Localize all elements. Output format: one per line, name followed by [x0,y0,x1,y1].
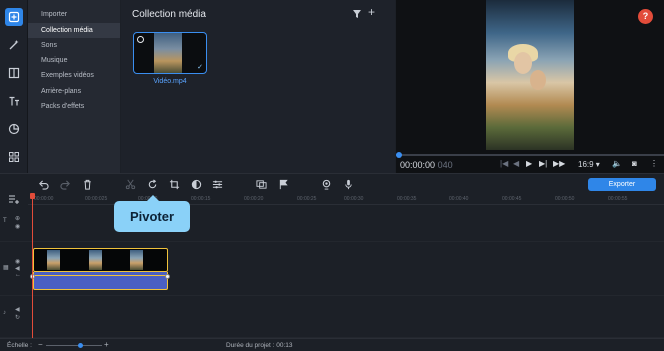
edit-toolbar: Exporter [0,173,664,193]
ruler-tick: 00:00:45 [502,196,522,202]
add-media-button[interactable]: + [368,6,375,18]
menu-item-exemples-videos[interactable]: Exemples vidéos [28,68,120,83]
visibility-icon[interactable]: ◉ [15,223,20,230]
zoom-out-icon[interactable]: − [38,340,43,349]
play-icon[interactable]: ▶ [526,159,532,168]
ruler-tick: 00:00:25 [297,196,317,202]
ruler-tick: 00:00:025 [85,196,108,202]
help-button[interactable]: ? [638,9,653,24]
playhead[interactable] [30,193,35,338]
crop-icon[interactable] [168,178,180,190]
preview-panel: ? 00:00:00 040 |◀ ◀ ▶ ▶| ▶▶ 16:9 ▾ 🔈 ◙ ⋮ [396,0,664,173]
previous-frame-icon[interactable]: |◀ [500,159,508,168]
stickers-icon[interactable] [5,120,23,138]
export-button[interactable]: Exporter [588,178,656,191]
transitions-icon[interactable] [5,64,23,82]
thumbnail-image [154,33,182,73]
color-adjust-icon[interactable] [190,178,202,190]
tooltip-label: Pivoter [129,209,175,224]
video-track-icon: ▦ [3,265,9,271]
ruler-tick: 00:00:00 [34,196,54,202]
audio-clip[interactable] [33,272,169,290]
menu-item-arriere-plans[interactable]: Arrière-plans [28,84,120,99]
ruler-tick: 00:00:15 [191,196,211,202]
add-track-icon[interactable] [9,195,19,204]
music-track[interactable]: ♪ ◀ ↻ [0,296,664,338]
preview-seekbar[interactable] [396,152,664,158]
checkmark-icon: ✓ [197,64,203,71]
detach-audio-icon[interactable]: ← [15,272,21,278]
media-panel: Collection média + ✓ Vidéo.mp4 [121,0,395,173]
tool-rail [0,0,28,173]
filter-icon[interactable] [353,10,361,18]
microphone-icon[interactable] [342,178,354,190]
cut-icon[interactable] [124,178,136,190]
grid-icon[interactable] [5,148,23,166]
import-icon[interactable] [5,8,23,26]
redo-icon[interactable] [59,178,71,190]
media-panel-title: Collection média [132,9,206,20]
visibility-icon[interactable]: ◉ [15,258,20,265]
magic-wand-icon[interactable] [5,36,23,54]
step-back-icon[interactable]: ◀ [513,159,519,168]
menu-item-musique[interactable]: Musique [28,53,120,68]
menu-item-collection-media[interactable]: Collection média [28,23,120,38]
menu-item-importer[interactable]: Importer [28,7,120,22]
delete-icon[interactable] [81,178,93,190]
record-screen-icon[interactable] [320,178,332,190]
titles-icon[interactable] [5,92,23,110]
mute-icon[interactable]: ◀ [15,265,20,272]
zoom-in-icon[interactable]: + [104,340,109,349]
snapshot-icon[interactable]: ◙ [632,159,637,168]
ruler-tick: 00:00:30 [344,196,364,202]
zoom-slider[interactable] [46,343,102,348]
video-frame [486,0,574,150]
lock-icon[interactable]: ⊕ [15,215,20,222]
loop-icon[interactable]: ↻ [15,314,20,321]
title-track[interactable]: T ⊕ ◉ [0,206,664,242]
rotate-icon[interactable] [146,178,158,190]
ruler-tick: 00:00:50 [555,196,575,202]
media-file-name[interactable]: Vidéo.mp4 [133,78,207,85]
rotate-tooltip: Pivoter [114,195,190,232]
project-duration: Durée du projet : 00:13 [226,342,293,349]
ruler-tick: 00:00:55 [608,196,628,202]
ruler-tick: 00:00:35 [397,196,417,202]
zoom-slider-handle[interactable] [77,343,83,348]
clock-icon [137,36,144,43]
category-menu: Importer Collection média Sons Musique E… [28,0,120,173]
media-thumbnail[interactable]: ✓ [133,32,207,74]
aspect-ratio-select[interactable]: 16:9 ▾ [578,160,600,169]
more-icon[interactable]: ⋮ [650,159,658,168]
playback-controls: 00:00:00 040 |◀ ◀ ▶ ▶| ▶▶ 16:9 ▾ 🔈 ◙ ⋮ [396,157,664,173]
marker-flag-icon[interactable] [277,178,289,190]
step-forward-icon[interactable]: ▶| [539,159,547,168]
ruler-tick: 00:00:40 [449,196,469,202]
menu-item-packs-effets[interactable]: Packs d'effets [28,99,120,114]
ruler-tick: 00:00:20 [244,196,264,202]
overlay-icon[interactable] [255,178,267,190]
next-frame-icon[interactable]: ▶▶ [553,159,565,168]
timecode: 00:00:00 040 [400,160,453,170]
volume-icon[interactable]: 🔈 [612,159,622,168]
undo-icon[interactable] [37,178,49,190]
scale-label: Échelle : [7,342,32,349]
music-note-icon: ♪ [3,310,6,316]
clip-trim-handle-right[interactable] [165,274,170,279]
video-editor-window: Importer Collection média Sons Musique E… [0,0,664,351]
timeline: 00:00:00 00:00:025 00:00:10 00:00:15 00:… [0,193,664,338]
menu-item-sons[interactable]: Sons [28,38,120,53]
clip-properties-icon[interactable] [211,178,223,190]
title-track-icon: T [3,218,7,224]
volume-icon[interactable]: ◀ [15,306,20,313]
video-clip[interactable] [33,248,168,272]
status-bar: Échelle : − + Durée du projet : 00:13 [0,338,664,351]
